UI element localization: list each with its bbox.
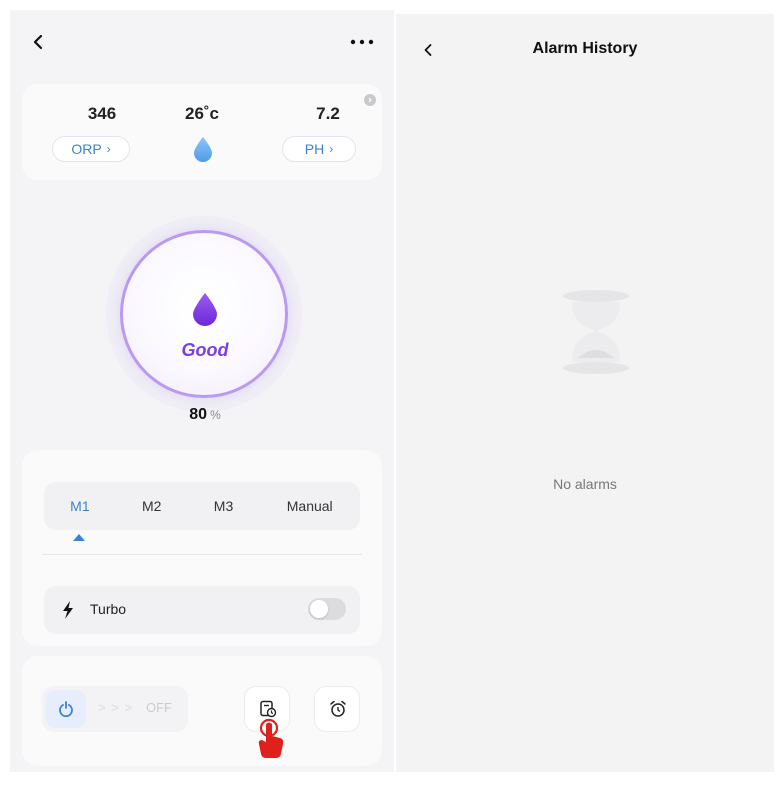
mode-tabs: M1 M2 M3 Manual [44, 482, 360, 530]
back-button[interactable] [26, 30, 50, 54]
tab-manual[interactable]: Manual [259, 498, 360, 514]
tab-m3[interactable]: M3 [188, 498, 260, 514]
power-icon [59, 701, 73, 717]
alarm-clock-button[interactable] [314, 686, 360, 732]
ph-value: 7.2 [316, 104, 340, 123]
tab-m1[interactable]: M1 [44, 498, 116, 514]
sensor-card: 346 ORP › 26˚c 7.2 PH › [22, 84, 382, 180]
ph-button[interactable]: PH › [282, 136, 356, 162]
more-options-button[interactable] [346, 30, 378, 54]
alarm-history-screen: Alarm History No alarms [396, 14, 774, 772]
turbo-label: Turbo [90, 601, 127, 617]
toggle-knob [310, 600, 328, 618]
slide-arrows: > > > [98, 700, 133, 715]
chevron-right-icon: › [106, 142, 111, 156]
ellipsis-icon [350, 39, 374, 45]
orp-label: ORP [71, 141, 102, 157]
power-button[interactable] [46, 690, 86, 728]
sensor-info-icon[interactable] [364, 94, 376, 106]
water-drop-icon [194, 137, 212, 162]
tab-m2[interactable]: M2 [116, 498, 188, 514]
empty-state-message: No alarms [553, 476, 617, 492]
turbo-row: Turbo [44, 586, 360, 634]
turbo-toggle[interactable] [308, 598, 346, 620]
water-drop-icon [193, 293, 217, 326]
power-state: OFF [146, 700, 172, 715]
quality-status: Good [181, 340, 229, 360]
hourglass-icon [563, 290, 629, 374]
tap-hand-icon [258, 718, 284, 758]
page-title: Alarm History [532, 40, 638, 57]
chevron-left-icon [33, 34, 43, 50]
alarm-clock-icon [330, 700, 346, 717]
temperature-value: 26˚c [184, 104, 220, 123]
lightning-icon [63, 601, 73, 619]
percent-value: 80 [189, 406, 208, 423]
orp-button[interactable]: ORP › [52, 136, 130, 162]
ph-label: PH [304, 141, 325, 157]
orp-value: 346 [87, 104, 117, 123]
divider [42, 554, 362, 555]
selected-tab-indicator [73, 534, 85, 541]
percent-unit: % [210, 408, 221, 422]
device-control-screen: 346 ORP › 26˚c 7.2 PH › Good 80% M1 M2 M… [10, 10, 394, 772]
quality-percent: 80% [150, 406, 260, 424]
power-slider[interactable]: > > > OFF [42, 686, 188, 732]
chevron-right-icon: › [329, 142, 334, 156]
